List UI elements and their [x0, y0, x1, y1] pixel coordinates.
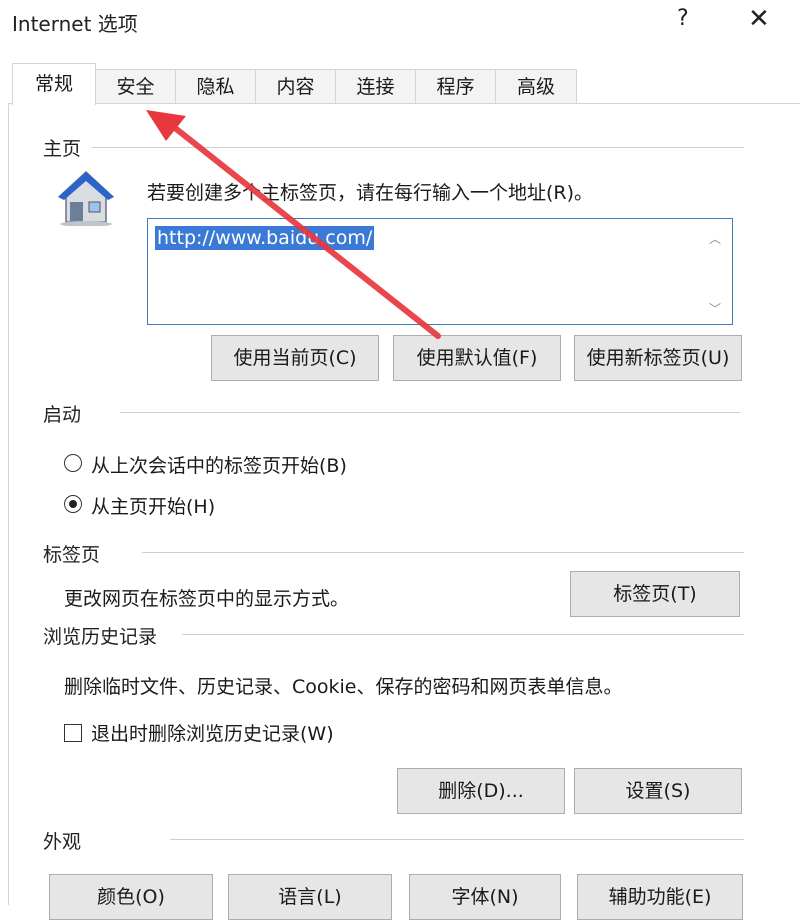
help-icon[interactable]: ?	[677, 6, 689, 31]
languages-button[interactable]: 语言(L)	[228, 874, 392, 920]
startup-group-divider	[120, 412, 740, 413]
history-group-divider	[182, 634, 744, 635]
tab-programs[interactable]: 程序	[415, 69, 496, 103]
tab-content[interactable]: 内容	[255, 69, 336, 103]
tab-connections[interactable]: 连接	[335, 69, 416, 103]
home-icon	[58, 170, 114, 226]
tabs-group-divider	[142, 552, 744, 553]
tabs-settings-button[interactable]: 标签页(T)	[570, 571, 740, 617]
home-group-divider	[92, 147, 744, 148]
delete-on-exit-checkbox[interactable]	[64, 724, 82, 742]
appearance-group-label: 外观	[43, 827, 88, 854]
radio-start-home-label[interactable]: 从主页开始(H)	[91, 492, 215, 519]
home-group-label: 主页	[43, 134, 88, 161]
tab-advanced[interactable]: 高级	[495, 69, 577, 103]
use-current-page-button[interactable]: 使用当前页(C)	[211, 335, 379, 381]
tab-general[interactable]: 常规	[12, 63, 96, 105]
tab-security[interactable]: 安全	[95, 69, 176, 103]
radio-restore-session-label[interactable]: 从上次会话中的标签页开始(B)	[91, 451, 347, 478]
history-group-label: 浏览历史记录	[43, 622, 164, 649]
delete-button[interactable]: 删除(D)...	[397, 768, 565, 814]
history-description: 删除临时文件、历史记录、Cookie、保存的密码和网页表单信息。	[64, 676, 623, 698]
radio-restore-session[interactable]	[64, 454, 82, 472]
radio-start-home[interactable]	[64, 495, 82, 513]
home-description: 若要创建多个主标签页，请在每行输入一个地址(R)。	[147, 182, 594, 204]
use-default-button[interactable]: 使用默认值(F)	[393, 335, 561, 381]
close-icon[interactable]: ✕	[748, 4, 770, 34]
delete-on-exit-label[interactable]: 退出时删除浏览历史记录(W)	[91, 719, 334, 746]
scroll-up-icon[interactable]: ︿	[709, 230, 721, 247]
history-settings-button[interactable]: 设置(S)	[574, 768, 742, 814]
home-url-value[interactable]: http://www.baidu.com/	[155, 226, 375, 250]
fonts-button[interactable]: 字体(N)	[409, 874, 561, 920]
startup-group-label: 启动	[43, 400, 88, 427]
tab-privacy[interactable]: 隐私	[175, 69, 256, 103]
tabs-group-label: 标签页	[43, 540, 107, 567]
tabs-description: 更改网页在标签页中的显示方式。	[64, 588, 350, 610]
colors-button[interactable]: 颜色(O)	[49, 874, 213, 920]
use-new-tab-button[interactable]: 使用新标签页(U)	[574, 335, 742, 381]
accessibility-button[interactable]: 辅助功能(E)	[577, 874, 743, 920]
scroll-down-icon[interactable]: ﹀	[709, 300, 721, 317]
window-title: Internet 选项	[12, 12, 138, 36]
appearance-group-divider	[170, 839, 744, 840]
